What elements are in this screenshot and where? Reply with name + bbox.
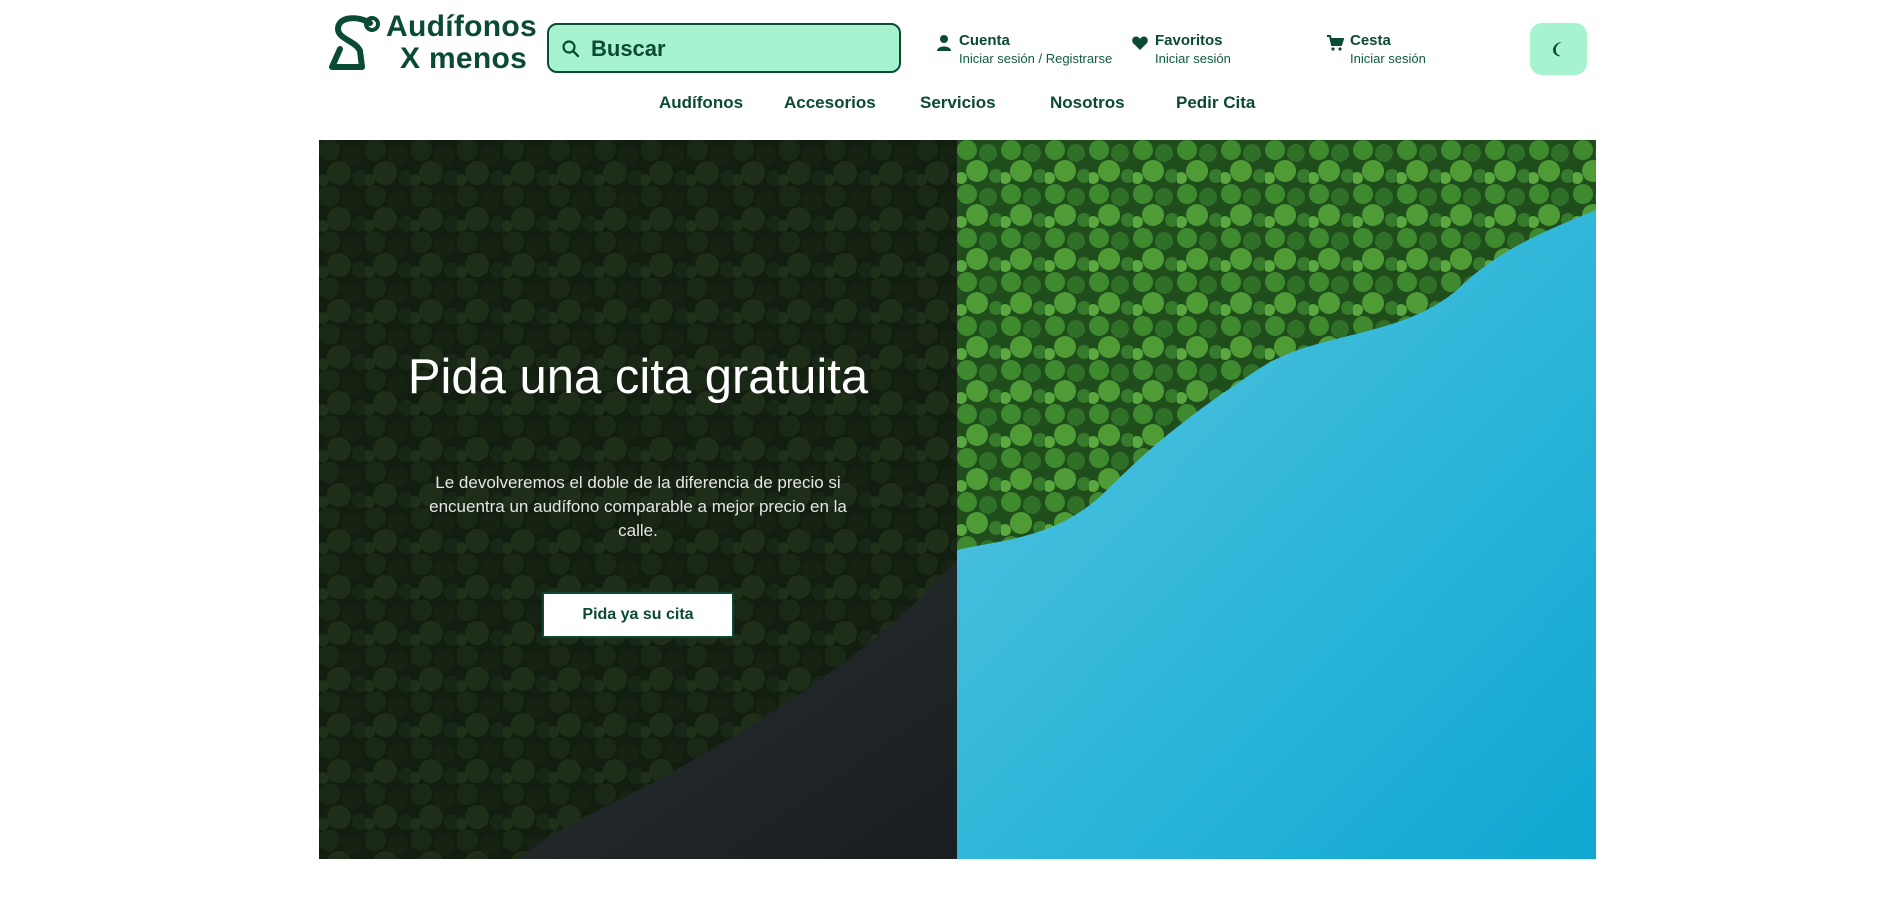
logo-mark-icon [329, 15, 380, 70]
cart-link[interactable]: Cesta Iniciar sesión [1326, 30, 1446, 70]
heart-icon [1132, 36, 1148, 50]
hero-left-panel: Pida una cita gratuita Le devolveremos e… [319, 140, 957, 859]
nav-item-accesorios[interactable]: Accesorios [784, 93, 876, 113]
account-subtitle: Iniciar sesión / Registrarse [959, 51, 1113, 66]
favorites-subtitle: Iniciar sesión [1155, 51, 1231, 66]
logo-line-2: X menos [400, 42, 528, 75]
nav-item-servicios[interactable]: Servicios [920, 93, 996, 113]
logo[interactable]: Audífonos X menos [326, 11, 537, 77]
main-nav: Audífonos Accesorios Servicios Nosotros … [0, 93, 1901, 115]
account-link[interactable]: Cuenta Iniciar sesión / Registrarse [935, 30, 1115, 70]
favorites-link[interactable]: Favoritos Iniciar sesión [1131, 30, 1251, 70]
cart-subtitle: Iniciar sesión [1350, 51, 1426, 66]
moon-icon [1553, 42, 1562, 57]
hero-banner: Pida una cita gratuita Le devolveremos e… [319, 140, 1596, 859]
nav-item-nosotros[interactable]: Nosotros [1050, 93, 1125, 113]
site-header: Audífonos X menos Cuenta Iniciar sesión … [0, 0, 1901, 140]
search-icon [562, 40, 580, 58]
user-icon [937, 35, 951, 51]
hero-title: Pida una cita gratuita [407, 350, 869, 404]
book-appointment-button[interactable]: Pida ya su cita [542, 592, 734, 638]
search-box[interactable] [547, 23, 901, 73]
logo-line-1: Audífonos [386, 10, 538, 43]
nav-item-pedir-cita[interactable]: Pedir Cita [1176, 93, 1255, 113]
cart-icon [1327, 35, 1344, 51]
hero-subtitle: Le devolveremos el doble de la diferenci… [429, 473, 847, 540]
favorites-title: Favoritos [1155, 32, 1223, 49]
logo-text: Audífonos X menos [386, 11, 537, 75]
account-title: Cuenta [959, 32, 1010, 49]
forest-lake-image [957, 140, 1596, 859]
cart-title: Cesta [1350, 32, 1391, 49]
hero-right-panel [957, 140, 1596, 859]
nav-item-audifonos[interactable]: Audífonos [659, 93, 743, 113]
search-input[interactable] [589, 25, 893, 73]
theme-toggle-button[interactable] [1530, 23, 1587, 75]
